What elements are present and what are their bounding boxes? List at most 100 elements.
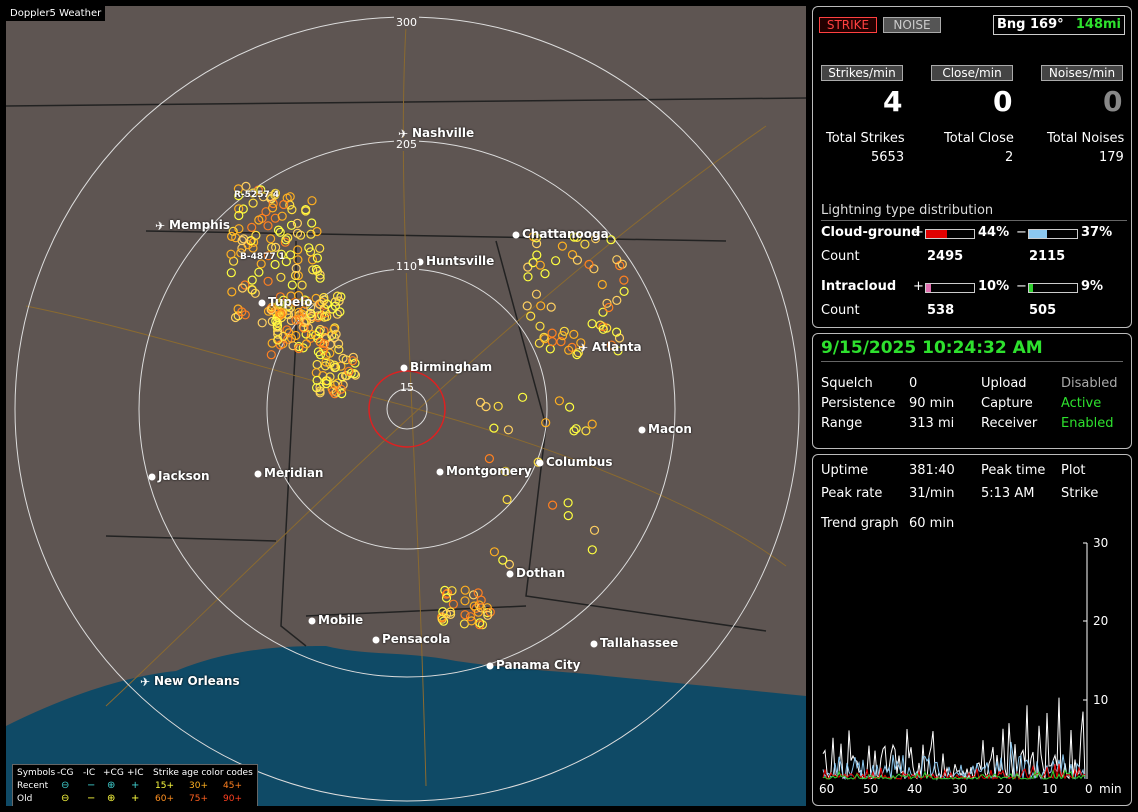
uptime-value: 381:40 [909, 463, 955, 478]
strike-marker [311, 368, 321, 378]
x-tick: 60 [819, 782, 835, 796]
x-tick: 0 [1085, 782, 1093, 796]
neg-ic-symbol-icon: − [87, 780, 96, 791]
age-code: 45+ [223, 781, 242, 791]
peak-rate-value: 31/min [909, 486, 955, 501]
strike-marker [481, 402, 491, 412]
total-strikes-value: 5653 [871, 150, 905, 165]
strike-marker [522, 301, 532, 311]
peak-time-label: Peak time [981, 463, 1046, 478]
strike-marker [226, 268, 236, 278]
strike-marker [334, 345, 344, 355]
peak-time-value: 5:13 AM [981, 486, 1035, 501]
city-dot [512, 231, 520, 239]
city-label: Panama City [496, 658, 581, 672]
pos-cg-symbol-icon: ⊕ [107, 780, 116, 791]
strike-marker [554, 396, 565, 406]
range-value: 313 mi [909, 416, 955, 431]
range-label: Range [821, 416, 863, 431]
strikes-per-min-value: 4 [883, 85, 903, 118]
strike-marker [547, 337, 557, 347]
cg-positive-pct: 44% [978, 225, 1010, 240]
minus-icon: − [1016, 279, 1027, 294]
strike-marker [297, 280, 307, 290]
strike-marker [266, 350, 276, 360]
ic-negative-bar [1028, 283, 1078, 293]
strike-marker [312, 253, 322, 263]
divider [821, 220, 1127, 221]
strike-marker [460, 585, 470, 595]
city-markers: ✈✈✈✈ [140, 127, 646, 689]
highway [105, 125, 767, 707]
strike-marker [547, 328, 557, 338]
legend-header: +CG [103, 768, 124, 778]
strike-marker [612, 295, 622, 305]
city-label: Tupelo [268, 295, 313, 309]
distribution-title: Lightning type distribution [821, 203, 994, 218]
ring-label: 15 [400, 381, 414, 394]
total-close-label: Total Close [944, 131, 1014, 146]
strike-marker [597, 279, 607, 290]
strike-marker [254, 267, 264, 277]
peak-rate-label: Peak rate [821, 486, 883, 501]
strike-marker [619, 286, 629, 296]
receiver-label: Receiver [981, 416, 1038, 431]
strike-marker [489, 547, 499, 557]
plot-value: Strike [1061, 486, 1099, 501]
age-code: 60+ [155, 794, 174, 804]
strike-button[interactable]: STRIKE [819, 17, 877, 33]
x-tick: 20 [997, 782, 1013, 796]
map-canvas[interactable]: ✈✈✈✈ [6, 6, 806, 806]
strike-marker [493, 401, 503, 411]
noises-per-min-value: 0 [1103, 85, 1123, 118]
strike-marker [526, 311, 536, 321]
city-label: Tallahassee [600, 636, 679, 650]
strike-marker [287, 205, 297, 215]
persistence-label: Persistence [821, 396, 896, 411]
strike-marker [489, 423, 499, 433]
strike-marker [248, 198, 258, 208]
strike-marker [619, 275, 629, 285]
strike-stats-panel: STRIKE NOISE Bng 169° 148mi Strikes/min … [812, 6, 1132, 328]
city-label: Macon [648, 422, 692, 436]
strike-marker [564, 402, 575, 412]
city-label: New Orleans [154, 674, 240, 688]
city-dot [436, 468, 444, 476]
strike-marker [503, 425, 513, 435]
receiver-value: Enabled [1061, 416, 1114, 431]
legend-old-label: Old [17, 794, 33, 804]
x-tick: 10 [1042, 782, 1058, 796]
city-dot [254, 470, 262, 478]
total-close-value: 2 [1005, 150, 1014, 165]
noise-button[interactable]: NOISE [883, 17, 941, 33]
strike-marker [531, 289, 542, 299]
trend-graph-label: Trend graph [821, 516, 899, 531]
lightning-map[interactable]: ✈ ✈ ✈ ✈ Doppler5 Weather 300 205 110 15 R-5… [6, 6, 806, 806]
age-code: 75+ [189, 794, 208, 804]
legend-header: +IC [127, 768, 144, 778]
strike-marker [247, 222, 257, 232]
strike-marker [484, 454, 494, 464]
strike-marker [293, 245, 303, 255]
persistence-value: 90 min [909, 396, 955, 411]
strike-marker [523, 272, 533, 282]
distance-value: 148mi [1075, 17, 1121, 32]
plot-label: Plot [1061, 463, 1086, 478]
squelch-label: Squelch [821, 376, 873, 391]
strike-marker [572, 255, 583, 265]
neg-cg-symbol-icon: ⊖ [61, 793, 70, 804]
city-dot [506, 570, 514, 578]
strikes-per-min-label: Strikes/min [821, 65, 903, 81]
squelch-value: 0 [909, 376, 918, 391]
neg-ic-symbol-icon: − [87, 793, 96, 804]
strike-marker [584, 259, 594, 269]
close-per-min-value: 0 [993, 85, 1013, 118]
cg-label: Cloud-ground [821, 225, 921, 240]
strike-marker [569, 329, 579, 339]
strike-marker [587, 419, 597, 429]
storm-label: R-5257 4 [234, 190, 280, 200]
strike-markers [226, 181, 629, 630]
x-tick: 30 [952, 782, 968, 796]
strike-marker [498, 555, 508, 565]
airport-icon: ✈ [578, 341, 588, 355]
